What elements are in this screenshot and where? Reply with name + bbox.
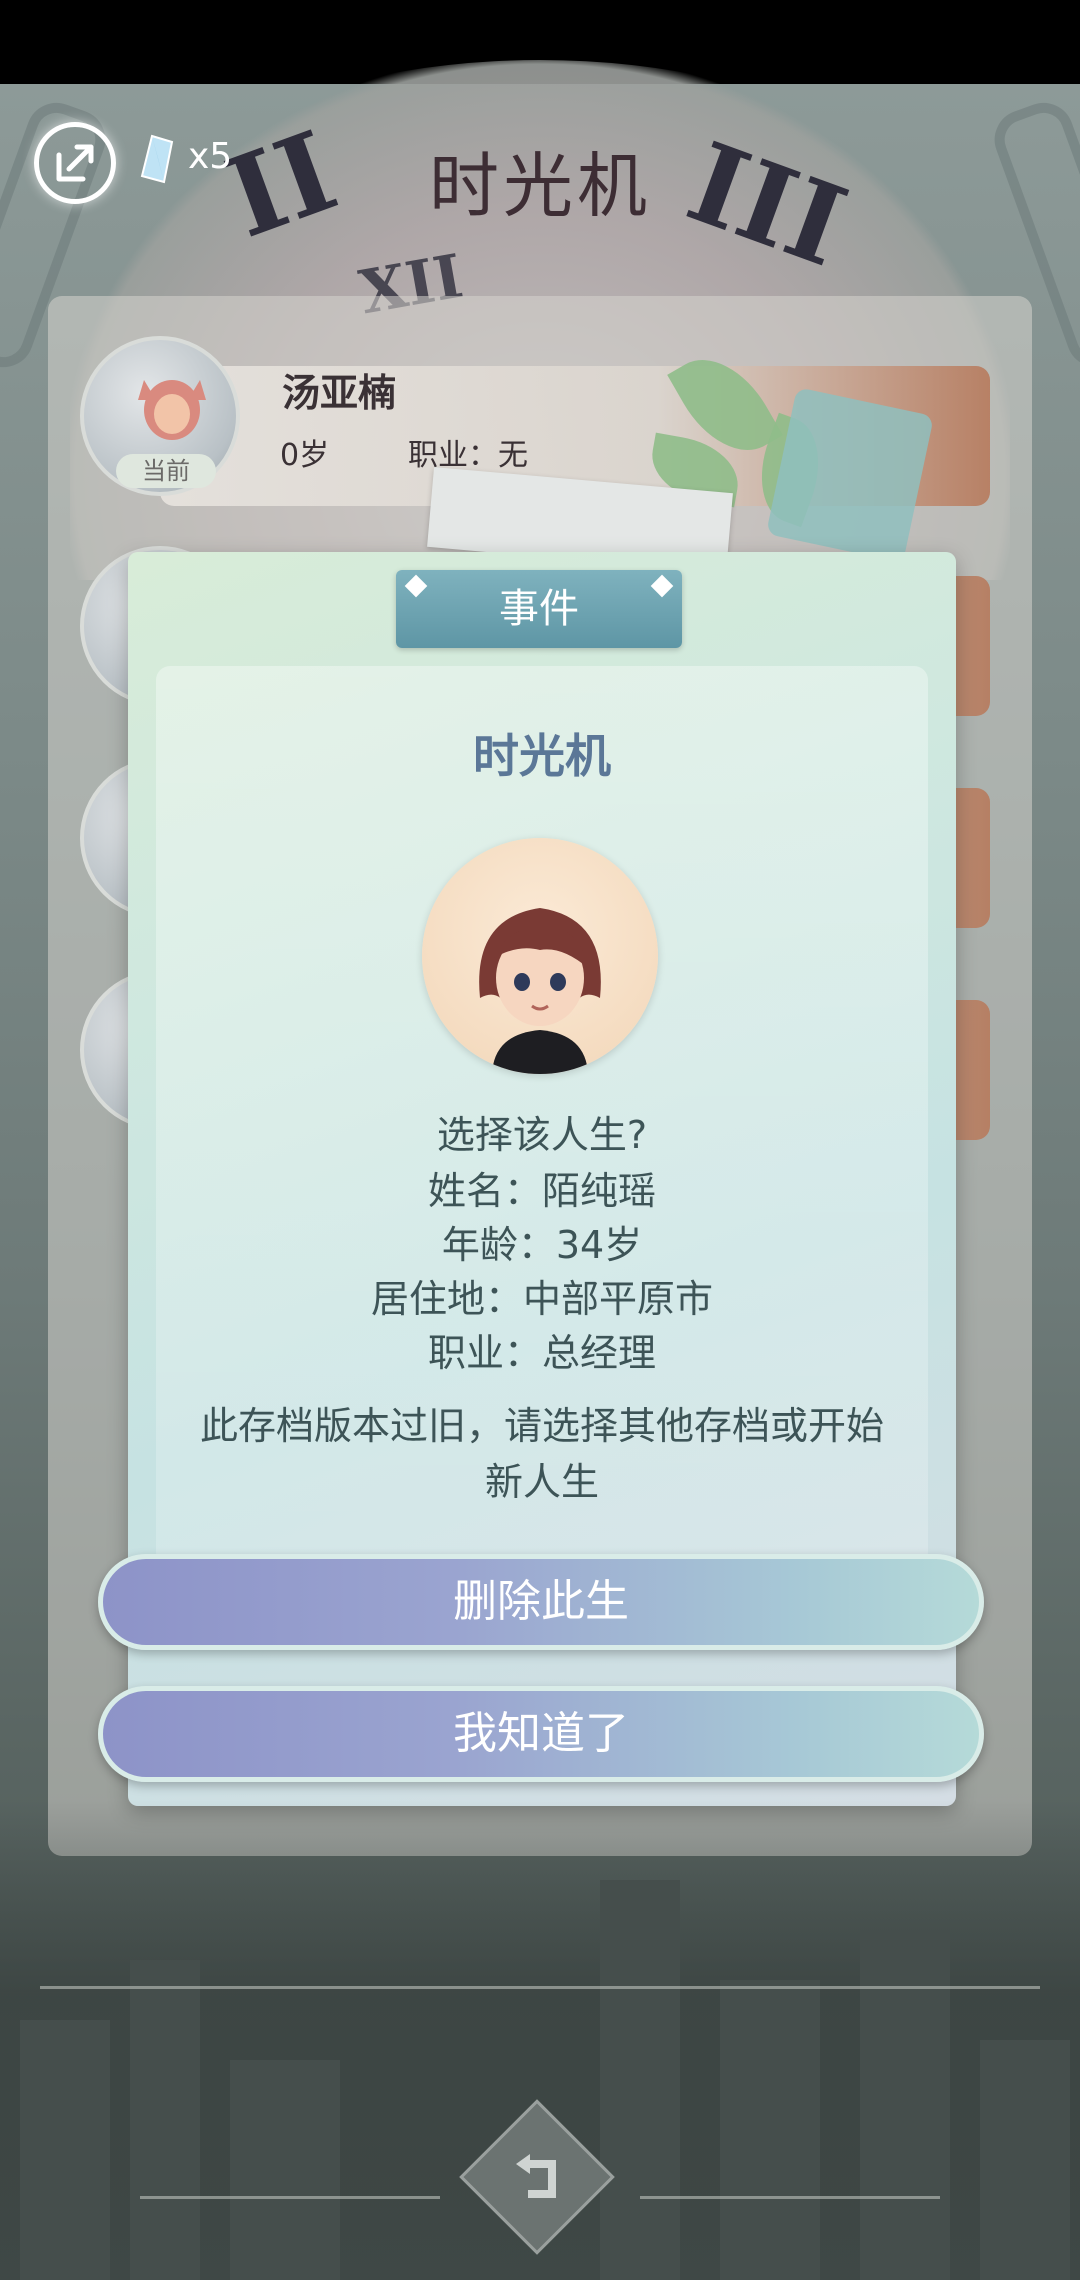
diamond-icon <box>404 574 428 598</box>
building <box>980 2040 1070 2280</box>
building <box>20 2020 110 2280</box>
building <box>130 1960 200 2280</box>
dialog-tab: 事件 <box>396 570 682 648</box>
version-warning: 此存档版本过旧，请选择其他存档或开始新人生 <box>199 1404 884 1504</box>
gem-count: x5 <box>188 136 233 177</box>
select-question: 选择该人生? <box>436 1113 648 1157</box>
current-life-job: 职业：无 <box>408 438 528 473</box>
character-residence: 居住地：中部平原市 <box>370 1277 713 1321</box>
current-badge: 当前 <box>116 454 216 488</box>
ornament-line <box>640 2196 940 2199</box>
delete-life-button[interactable]: 删除此生 <box>98 1554 984 1650</box>
character-avatar-icon <box>479 908 601 1074</box>
building <box>720 1980 820 2280</box>
acknowledge-button[interactable]: 我知道了 <box>98 1686 984 1782</box>
building <box>860 1930 950 2280</box>
current-life-name: 汤亚楠 <box>282 371 397 415</box>
dialog-tab-label: 事件 <box>499 586 579 632</box>
back-button-icon-wrap[interactable] <box>500 2140 576 2216</box>
ornament-line <box>40 1986 1040 1989</box>
exit-arrow-icon <box>56 144 94 182</box>
building <box>230 2060 340 2280</box>
diamond-icon <box>650 574 674 598</box>
character-age: 年龄：34岁 <box>441 1223 643 1267</box>
crystal-gem-icon <box>140 134 174 184</box>
dialog-title: 时光机 <box>473 729 611 783</box>
character-name: 姓名：陌纯瑶 <box>427 1169 656 1213</box>
current-avatar-character <box>138 380 206 440</box>
ornament-line <box>140 2196 440 2199</box>
building <box>600 1880 680 2280</box>
return-arrow-icon <box>516 2154 556 2198</box>
character-job: 职业：总经理 <box>427 1331 656 1375</box>
page-title: 时光机 <box>429 145 651 227</box>
character-portrait <box>422 838 658 1074</box>
exit-button[interactable] <box>34 122 116 204</box>
current-life-age: 0岁 <box>280 438 330 473</box>
